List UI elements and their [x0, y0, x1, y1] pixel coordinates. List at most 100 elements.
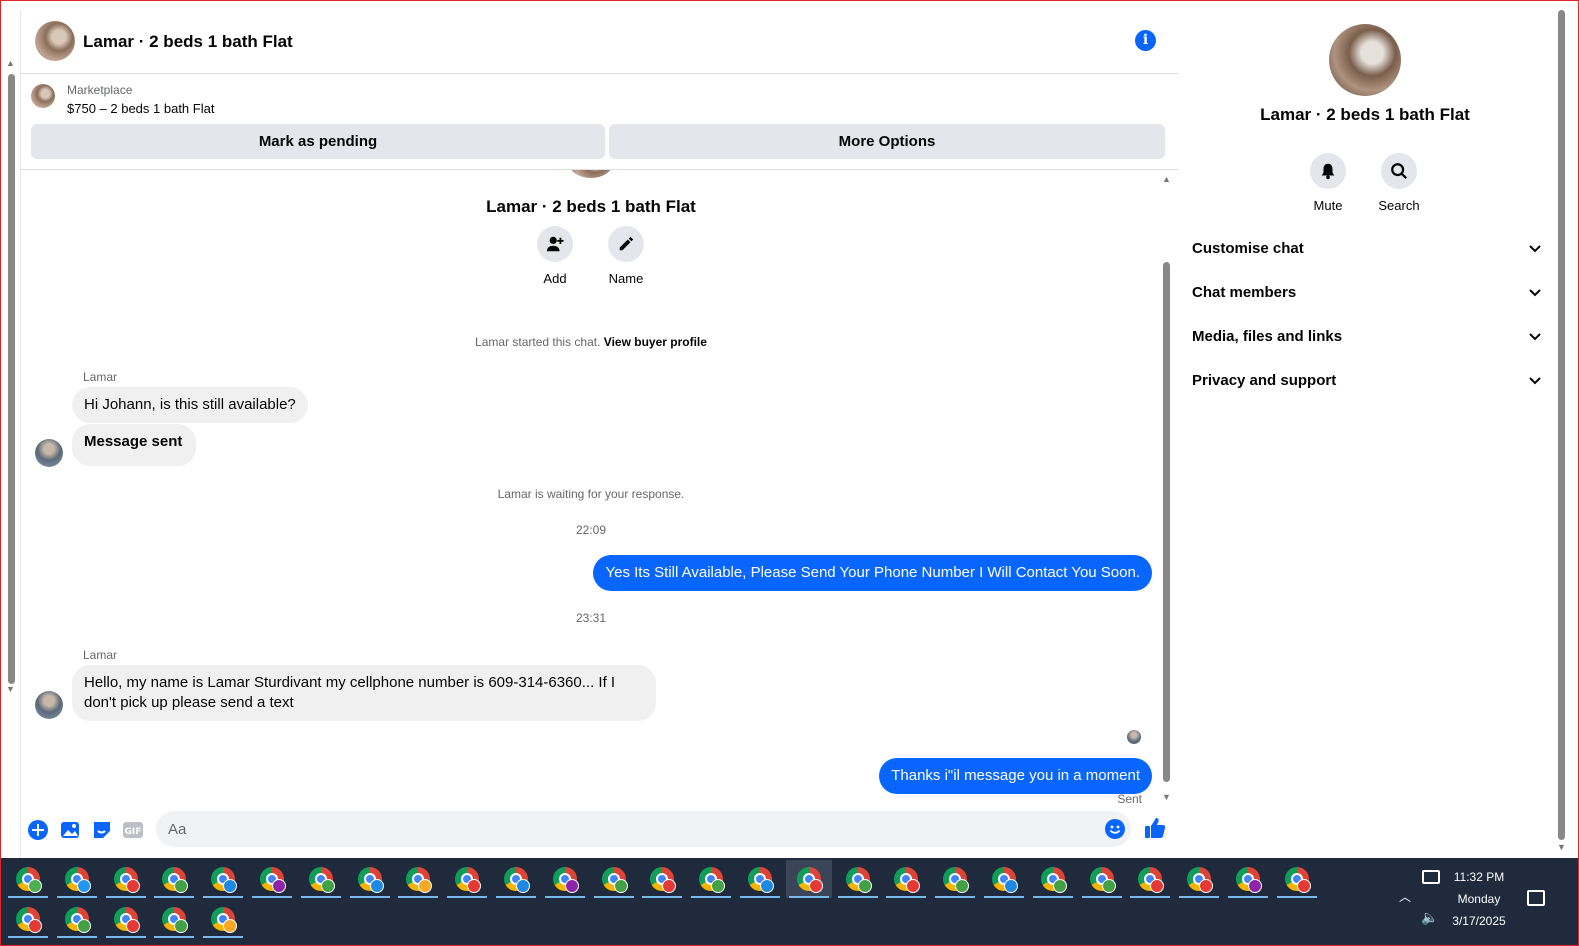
chevron-up-icon[interactable]: ︿ — [1399, 888, 1411, 905]
notification-icon[interactable] — [1527, 890, 1545, 906]
scroll-down-icon[interactable]: ▼ — [6, 684, 15, 694]
chrome-taskbar-button[interactable] — [347, 860, 393, 898]
chrome-icon — [64, 867, 91, 893]
scroll-down-icon[interactable]: ▼ — [1162, 792, 1171, 802]
gif-icon[interactable]: GIF — [122, 819, 144, 841]
chrome-taskbar-button[interactable] — [151, 860, 197, 898]
listing-title[interactable]: $750 – 2 beds 1 bath Flat — [67, 101, 214, 116]
chrome-taskbar-button[interactable] — [1176, 860, 1222, 898]
customise-chat-section[interactable]: Customise chat — [1192, 234, 1542, 264]
chrome-taskbar-button[interactable] — [1079, 860, 1125, 898]
clock-time[interactable]: 11:32 PM — [1441, 870, 1517, 884]
chrome-taskbar-button[interactable] — [395, 860, 441, 898]
mark-as-pending-button[interactable]: Mark as pending — [31, 124, 605, 159]
chrome-taskbar-button[interactable] — [737, 860, 783, 898]
details-avatar[interactable] — [1329, 24, 1401, 96]
panel-scrollbar[interactable]: ▼ — [1555, 10, 1569, 858]
privacy-support-section[interactable]: Privacy and support — [1192, 366, 1542, 396]
view-buyer-profile-link[interactable]: View buyer profile — [604, 335, 707, 349]
more-options-button[interactable]: More Options — [609, 124, 1165, 159]
plus-circle-icon[interactable] — [27, 819, 49, 841]
listing-avatar[interactable] — [35, 21, 75, 61]
profile-badge-icon — [564, 879, 579, 893]
mute-button[interactable]: Mute — [1298, 153, 1358, 213]
chrome-taskbar-button[interactable] — [200, 860, 246, 898]
edit-name-button[interactable]: Name — [596, 226, 656, 286]
scroll-thumb[interactable] — [1558, 10, 1565, 840]
scroll-thumb[interactable] — [8, 74, 15, 684]
media-files-links-section[interactable]: Media, files and links — [1192, 322, 1542, 352]
chrome-taskbar-button[interactable] — [103, 860, 149, 898]
chrome-taskbar-button[interactable] — [591, 860, 637, 898]
incoming-message[interactable]: Message sent — [72, 424, 197, 466]
chrome-taskbar-button[interactable] — [54, 860, 100, 898]
volume-icon[interactable]: 🔈 — [1421, 909, 1438, 926]
chrome-taskbar-button[interactable] — [785, 860, 832, 898]
chrome-taskbar-button[interactable] — [298, 860, 344, 898]
pencil-icon — [608, 226, 644, 262]
scroll-thumb[interactable] — [1163, 262, 1170, 782]
sent-status: Sent — [1117, 792, 1142, 806]
chrome-taskbar-button[interactable] — [542, 860, 588, 898]
profile-badge-icon — [76, 919, 91, 933]
incoming-message[interactable]: Hi Johann, is this still available? — [72, 387, 308, 423]
chrome-taskbar-button[interactable] — [883, 860, 929, 898]
chrome-taskbar-button[interactable] — [249, 860, 295, 898]
thread-scrollbar[interactable]: ▲ ▼ — [1160, 174, 1174, 804]
chevron-down-icon — [1529, 377, 1541, 385]
search-button[interactable]: Search — [1369, 153, 1429, 213]
chrome-icon — [796, 867, 823, 893]
outgoing-message[interactable]: Yes Its Still Available, Please Send You… — [593, 555, 1152, 591]
sender-avatar[interactable] — [35, 439, 63, 467]
outgoing-message[interactable]: Thanks i"il message you in a moment — [879, 758, 1152, 794]
sticker-icon[interactable] — [91, 819, 113, 841]
chrome-icon — [113, 907, 140, 933]
chrome-taskbar-button[interactable] — [688, 860, 734, 898]
page-scrollbar[interactable]: ▲ ▼ — [4, 58, 18, 698]
scroll-up-icon[interactable]: ▲ — [1162, 174, 1171, 184]
thumbs-up-icon[interactable] — [1143, 816, 1167, 840]
chrome-taskbar-button[interactable] — [835, 860, 881, 898]
photo-icon[interactable] — [59, 819, 81, 841]
chrome-icon — [211, 867, 238, 893]
profile-badge-icon — [1004, 879, 1018, 893]
emoji-icon[interactable] — [1105, 819, 1125, 839]
add-people-button[interactable]: Add — [525, 226, 585, 286]
chrome-taskbar-button[interactable] — [981, 860, 1027, 898]
listing-thumbnail[interactable] — [31, 84, 55, 108]
mute-label: Mute — [1313, 198, 1343, 213]
chat-title[interactable]: Lamar · 2 beds 1 bath Flat — [83, 32, 293, 52]
profile-badge-icon — [28, 879, 42, 893]
network-icon[interactable] — [1422, 870, 1440, 884]
name-label: Name — [608, 271, 644, 286]
message-input[interactable] — [156, 811, 1131, 847]
chrome-taskbar-button[interactable] — [639, 860, 685, 898]
info-icon[interactable]: i — [1135, 30, 1156, 51]
svg-text:GIF: GIF — [125, 827, 142, 837]
message-thread[interactable]: Lamar · 2 beds 1 bath Flat Add Name Lama… — [21, 170, 1178, 806]
chrome-taskbar-button[interactable] — [1225, 860, 1271, 898]
scroll-down-icon[interactable]: ▼ — [1557, 842, 1566, 852]
chrome-taskbar-button[interactable] — [444, 860, 490, 898]
scroll-up-icon[interactable]: ▲ — [6, 58, 15, 68]
clock-date[interactable]: 3/17/2025 — [1441, 914, 1517, 928]
profile-badge-icon — [906, 879, 921, 893]
profile-badge-icon — [1296, 879, 1311, 893]
clock-day[interactable]: Monday — [1441, 892, 1517, 906]
chat-members-section[interactable]: Chat members — [1192, 278, 1542, 308]
chrome-taskbar-button[interactable] — [493, 860, 539, 898]
chrome-taskbar-button[interactable] — [1030, 860, 1076, 898]
chrome-taskbar-button[interactable] — [54, 900, 100, 938]
chrome-taskbar-button[interactable] — [1127, 860, 1173, 898]
chrome-taskbar-button[interactable] — [1274, 860, 1320, 898]
chrome-taskbar-button[interactable] — [5, 860, 51, 898]
chrome-taskbar-button[interactable] — [932, 860, 978, 898]
incoming-message[interactable]: Hello, my name is Lamar Sturdivant my ce… — [72, 665, 656, 721]
profile-badge-icon — [1101, 879, 1116, 893]
chrome-taskbar-button[interactable] — [5, 900, 51, 938]
chrome-taskbar-button[interactable] — [200, 900, 246, 938]
profile-badge-icon — [418, 879, 433, 893]
sender-avatar[interactable] — [35, 691, 63, 719]
chrome-taskbar-button[interactable] — [151, 900, 197, 938]
chrome-taskbar-button[interactable] — [103, 900, 149, 938]
